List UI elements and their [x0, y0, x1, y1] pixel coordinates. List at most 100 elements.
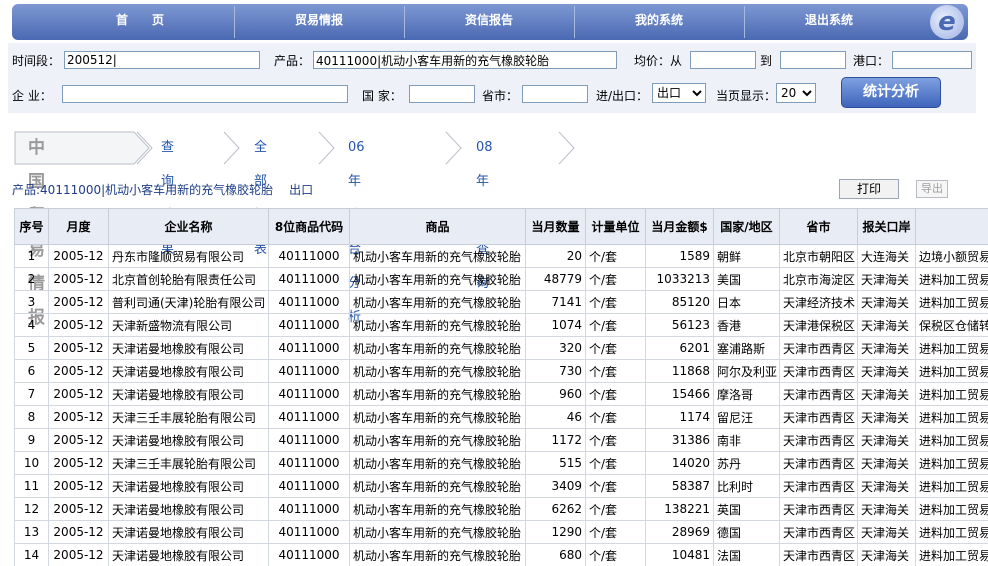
product-summary-text: 产品:40111000|机动小客车用新的充气橡胶轮胎	[12, 183, 274, 197]
table-cell: 进料加工贸易	[915, 497, 988, 521]
column-header: 8位商品代码	[268, 208, 350, 245]
table-cell: 天津市西青区	[779, 543, 858, 566]
table-cell: 28969	[645, 520, 714, 544]
price-from-input[interactable]	[690, 51, 756, 69]
table-row[interactable]: 6 2005-12 天津诺曼地橡胶有限公司 40111000 机动小客车用新的充气橡胶轮…	[14, 359, 988, 383]
table-cell: 丹东市隆顺贸易有限公司	[108, 244, 269, 268]
table-cell: 515	[525, 451, 586, 475]
nav-credit-report[interactable]: 资信报告	[404, 4, 574, 40]
table-cell: 进料加工贸易	[915, 520, 988, 544]
table-cell: 1074	[525, 313, 586, 337]
nav-trade-intel[interactable]: 贸易情报	[234, 4, 404, 40]
top-nav: 首 页 贸易情报 资信报告 我的系统 退出系统 e	[12, 4, 968, 40]
tab-all-reports[interactable]: 全部报表	[254, 131, 267, 257]
table-cell: 机动小客车用新的充气橡胶轮胎	[349, 313, 526, 337]
table-cell: 机动小客车用新的充气橡胶轮胎	[349, 428, 526, 452]
results-table: 序号 月度 企业名称 8位商品代码 商品 当月数量 计量单位 当月金额$ 国家/地区 省市 报关口岸…	[14, 208, 988, 566]
io-select[interactable]: 出口	[652, 83, 706, 103]
column-header: 报关口岸	[857, 208, 916, 245]
table-cell: 个/套	[585, 359, 646, 383]
nav-home[interactable]: 首 页	[40, 4, 240, 40]
product-input[interactable]	[313, 51, 617, 69]
table-row[interactable]: 8 2005-12 天津三壬丰展轮胎有限公司 40111000 机动小客车用新的充气橡胶…	[14, 405, 988, 429]
table-cell: 2005-12	[48, 428, 109, 452]
table-cell: 2005-12	[48, 267, 109, 291]
table-cell: 40111000	[268, 497, 350, 521]
table-cell: 天津诺曼地橡胶有限公司	[108, 359, 269, 383]
table-cell: 6262	[525, 497, 586, 521]
table-row[interactable]: 3 2005-12 普利司通(天津)轮胎有限公司 40111000 机动小客车用新的充气…	[14, 290, 988, 314]
nav-logout[interactable]: 退出系统	[744, 4, 914, 40]
table-cell: 天津海关	[857, 428, 916, 452]
table-row[interactable]: 9 2005-12 天津诺曼地橡胶有限公司 40111000 机动小客车用新的充气橡胶轮…	[14, 428, 988, 452]
column-header: 国家/地区	[713, 208, 780, 245]
table-cell: 机动小客车用新的充气橡胶轮胎	[349, 543, 526, 566]
table-row[interactable]: 14 2005-12 天津诺曼地橡胶有限公司 40111000 机动小客车用新的充气橡胶…	[14, 543, 988, 566]
table-row[interactable]: 10 2005-12 天津三壬丰展轮胎有限公司 40111000 机动小客车用新的充气橡…	[14, 451, 988, 475]
table-cell: 机动小客车用新的充气橡胶轮胎	[349, 359, 526, 383]
table-cell: 香港	[713, 313, 780, 337]
table-cell: 日本	[713, 290, 780, 314]
table-cell: 6	[14, 359, 49, 383]
table-cell: 1290	[525, 520, 586, 544]
table-cell: 个/套	[585, 474, 646, 498]
table-cell: 13	[14, 520, 49, 544]
table-header-row: 序号 月度 企业名称 8位商品代码 商品 当月数量 计量单位 当月金额$ 国家/地区 省市 报关口岸	[14, 208, 988, 245]
table-cell: 天津市西青区	[779, 520, 858, 544]
table-cell: 机动小客车用新的充气橡胶轮胎	[349, 405, 526, 429]
table-cell: 天津诺曼地橡胶有限公司	[108, 543, 269, 566]
table-row[interactable]: 2 2005-12 北京首创轮胎有限责任公司 40111000 机动小客车用新的充气橡胶…	[14, 267, 988, 291]
port-input[interactable]	[892, 51, 972, 69]
table-cell: 天津诺曼地橡胶有限公司	[108, 428, 269, 452]
table-cell: 11868	[645, 359, 714, 383]
table-cell: 法国	[713, 543, 780, 566]
table-row[interactable]: 7 2005-12 天津诺曼地橡胶有限公司 40111000 机动小客车用新的充气橡胶轮…	[14, 382, 988, 406]
period-input[interactable]	[64, 51, 260, 69]
table-cell: 留尼汪	[713, 405, 780, 429]
print-button[interactable]: 打印	[839, 179, 899, 199]
table-cell: 机动小客车用新的充气橡胶轮胎	[349, 382, 526, 406]
table-cell: 40111000	[268, 428, 350, 452]
table-cell: 1174	[645, 405, 714, 429]
export-button[interactable]: 导出	[916, 180, 948, 198]
table-cell: 2005-12	[48, 497, 109, 521]
table-cell: 1033213	[645, 267, 714, 291]
nav-my-system[interactable]: 我的系统	[574, 4, 744, 40]
price-to-input[interactable]	[780, 51, 846, 69]
table-cell: 2005-12	[48, 359, 109, 383]
table-row[interactable]: 12 2005-12 天津诺曼地橡胶有限公司 40111000 机动小客车用新的充气橡胶…	[14, 497, 988, 521]
table-row[interactable]: 11 2005-12 天津诺曼地橡胶有限公司 40111000 机动小客车用新的充气橡胶…	[14, 474, 988, 498]
tab-query-results[interactable]: 查询结果	[161, 131, 174, 257]
table-cell: 天津诺曼地橡胶有限公司	[108, 382, 269, 406]
column-header	[915, 208, 988, 245]
table-cell: 天津海关	[857, 267, 916, 291]
table-row[interactable]: 5 2005-12 天津诺曼地橡胶有限公司 40111000 机动小客车用新的充气橡胶轮…	[14, 336, 988, 360]
table-cell: 天津海关	[857, 336, 916, 360]
table-cell: 天津诺曼地橡胶有限公司	[108, 336, 269, 360]
page-size-select[interactable]: 20	[776, 83, 816, 103]
company-input[interactable]	[62, 85, 348, 103]
table-cell: 2005-12	[48, 244, 109, 268]
io-label: 进/出口：	[596, 89, 649, 103]
tab-08-hs-query[interactable]: 08年HS查询	[476, 131, 494, 291]
tab-06-analysis[interactable]: 06年综合分析	[348, 131, 365, 325]
table-cell: 普利司通(天津)轮胎有限公司	[108, 290, 269, 314]
table-body: 1 2005-12 丹东市隆顺贸易有限公司 40111000 机动小客车用新的充气橡胶轮…	[14, 244, 988, 566]
table-cell: 40111000	[268, 474, 350, 498]
table-cell: 保税区仓储转口	[915, 313, 988, 337]
table-row[interactable]: 13 2005-12 天津诺曼地橡胶有限公司 40111000 机动小客车用新的充气橡胶…	[14, 520, 988, 544]
table-cell: 塞浦路斯	[713, 336, 780, 360]
province-input[interactable]	[522, 85, 588, 103]
table-cell: 2005-12	[48, 382, 109, 406]
table-row[interactable]: 4 2005-12 天津新盛物流有限公司 40111000 机动小客车用新的充气橡胶轮胎…	[14, 313, 988, 337]
country-input[interactable]	[409, 85, 475, 103]
table-cell: 31386	[645, 428, 714, 452]
table-row[interactable]: 1 2005-12 丹东市隆顺贸易有限公司 40111000 机动小客车用新的充气橡胶轮…	[14, 244, 988, 268]
analyze-button[interactable]: 统计分析	[841, 77, 941, 108]
table-cell: 个/套	[585, 497, 646, 521]
table-cell: 进料加工贸易	[915, 336, 988, 360]
period-label: 时间段：	[12, 54, 61, 68]
table-cell: 天津海关	[857, 497, 916, 521]
table-cell: 天津新盛物流有限公司	[108, 313, 269, 337]
table-cell: 进料加工贸易	[915, 359, 988, 383]
